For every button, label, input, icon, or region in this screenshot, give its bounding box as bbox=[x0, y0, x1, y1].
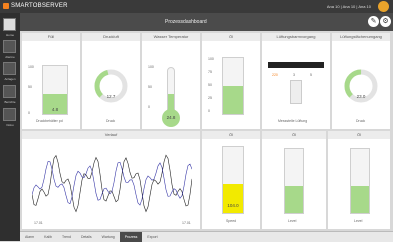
panel-title: Lüftungsbarmvorgang bbox=[262, 33, 330, 41]
panel-chart: Verlauf 17.01 17.01 bbox=[22, 131, 200, 229]
sidebar-label: Alarme bbox=[5, 55, 15, 59]
sidebar: Home Alarme Anlagen Berichte Doku bbox=[0, 13, 20, 241]
tank-gauge bbox=[284, 148, 304, 214]
panel-title: Öl bbox=[202, 131, 260, 139]
x-axis-start: 17.01 bbox=[34, 221, 43, 225]
panel-flow: Lüftungsbarmvorgang 220 3 5 Messstelle L… bbox=[262, 33, 330, 129]
panel-title: Öl bbox=[202, 33, 260, 41]
panel-title: Füll bbox=[22, 33, 80, 41]
page-title-bar: Prozessdashboard ✎ ⚙ bbox=[20, 13, 393, 31]
page-title: Prozessdashboard bbox=[165, 19, 207, 25]
caption: Druck bbox=[106, 119, 116, 123]
scale-label: 0 bbox=[28, 111, 30, 115]
panel-tank5: Öl Level bbox=[328, 131, 390, 229]
tank-fill bbox=[223, 183, 243, 213]
caption: Level bbox=[288, 219, 297, 223]
sidebar-item-reports[interactable] bbox=[3, 85, 16, 98]
caption: Druck bbox=[356, 119, 366, 123]
caption: Druckbehälter pd bbox=[36, 119, 63, 123]
scale-label: 0 bbox=[208, 109, 210, 113]
sidebar-label: Home bbox=[5, 33, 14, 37]
sidebar-label: Doku bbox=[6, 123, 14, 127]
settings-button[interactable]: ⚙ bbox=[380, 16, 391, 27]
panel-title: Lüftungsfächenumgang bbox=[332, 33, 390, 41]
caption: Speed bbox=[226, 219, 237, 223]
scale-label: 0 bbox=[148, 105, 150, 109]
edit-button[interactable]: ✎ bbox=[368, 16, 379, 27]
scale-label: 50 bbox=[28, 85, 32, 89]
panel-tank1: Füll 100 50 0 4.8 Druckbehälter pd bbox=[22, 33, 80, 129]
value-label: 104.0 bbox=[227, 203, 239, 208]
tank-fill bbox=[285, 186, 303, 213]
sidebar-item-docs[interactable] bbox=[3, 108, 16, 121]
sidebar-item-alarms[interactable] bbox=[3, 40, 16, 53]
tank-gauge bbox=[350, 148, 370, 214]
panel-title: Öl bbox=[262, 131, 326, 139]
scale-label: 50 bbox=[208, 83, 212, 87]
panel-gauge2: Lüftungsfächenumgang 23.0 Druck bbox=[332, 33, 390, 129]
panel-tank2: Öl 100 75 50 25 0 bbox=[202, 33, 260, 129]
sidebar-item-home[interactable] bbox=[3, 18, 16, 31]
trend-chart bbox=[32, 154, 192, 213]
scale-label: 25 bbox=[208, 96, 212, 100]
x-axis-end: 17.01 bbox=[182, 221, 191, 225]
flow-value: 5 bbox=[310, 73, 312, 77]
value-label: 12.7 bbox=[106, 94, 116, 99]
scale-label: 50 bbox=[148, 85, 152, 89]
sidebar-label: Anlagen bbox=[4, 77, 16, 81]
valve-indicator bbox=[290, 80, 302, 104]
caption: Level bbox=[354, 219, 363, 223]
tank-fill bbox=[351, 186, 369, 213]
sidebar-item-plants[interactable] bbox=[3, 62, 16, 75]
value-label: 23.0 bbox=[356, 94, 366, 99]
sidebar-label: Berichte bbox=[4, 100, 16, 104]
avatar[interactable] bbox=[378, 1, 389, 12]
tank-fill bbox=[223, 86, 243, 114]
caption: Messstelle Lüftung bbox=[278, 119, 308, 123]
panel-title: Druckluft bbox=[82, 33, 140, 41]
scale-label: 75 bbox=[208, 70, 212, 74]
user-info: Ana 10 | Ana 10 | Ana 10 bbox=[326, 4, 371, 9]
scale-label: 100 bbox=[28, 65, 34, 69]
value-label: 4.8 bbox=[51, 107, 59, 112]
panel-title: Verlauf bbox=[22, 131, 200, 139]
logo-icon bbox=[3, 3, 9, 9]
pipe-bar bbox=[268, 62, 324, 68]
scale-label: 100 bbox=[148, 65, 154, 69]
value-label: 24.8 bbox=[166, 115, 176, 120]
panel-gauge1: Druckluft 12.7 Druck bbox=[82, 33, 140, 129]
bottom-tab-bar: Alarm Kalib Trend Details Wartung Prozess Expo… bbox=[20, 231, 393, 242]
panel-tank4: Öl Level bbox=[262, 131, 326, 229]
scale-label: 100 bbox=[208, 57, 214, 61]
tank-gauge bbox=[222, 57, 244, 115]
panel-tank3: Öl 104.0 Speed bbox=[202, 131, 260, 229]
flow-value: 3 bbox=[293, 73, 295, 77]
top-bar: SMARTOBSERVER Ana 10 | Ana 10 | Ana 10 bbox=[0, 0, 393, 13]
panel-title: Wasser Temperatur bbox=[142, 33, 200, 41]
panel-thermometer: Wasser Temperatur 100 50 0 24.8 bbox=[142, 33, 200, 129]
flow-value: 220 bbox=[272, 73, 278, 77]
thermometer-tube bbox=[167, 67, 175, 113]
brand-label: SMARTOBSERVER bbox=[11, 3, 68, 9]
panel-title: Öl bbox=[328, 131, 390, 139]
